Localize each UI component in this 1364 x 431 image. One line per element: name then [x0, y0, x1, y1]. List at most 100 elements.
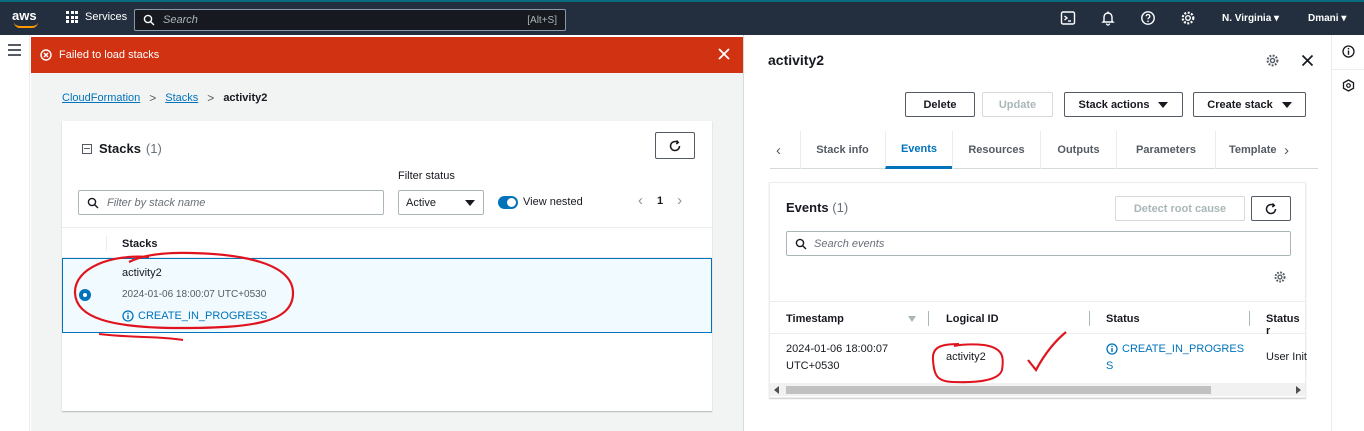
stacks-card: Stacks (1) Filter by stack name Filter s…	[62, 121, 712, 411]
tab-resources[interactable]: Resources	[952, 131, 1040, 169]
horizontal-scrollbar[interactable]	[770, 383, 1305, 396]
refresh-events-button[interactable]	[1251, 196, 1291, 221]
bell-icon[interactable]	[1100, 10, 1116, 26]
view-nested-label: View nested	[523, 196, 583, 208]
search-events-input[interactable]: Search events	[786, 231, 1291, 256]
aws-logo[interactable]: aws	[12, 8, 42, 30]
column-divider	[1089, 311, 1090, 326]
error-message: Failed to load stacks	[59, 49, 160, 61]
global-search-input[interactable]: Search [Alt+S]	[134, 9, 566, 31]
search-shortcut: [Alt+S]	[527, 14, 557, 26]
account-menu[interactable]: Dmani ▾	[1308, 13, 1346, 24]
table-row: 2024-01-06 18:00:07 UTC+0530 activity2 C…	[770, 334, 1307, 384]
stack-name[interactable]: activity2	[122, 267, 162, 279]
chevron-right-icon: >	[149, 91, 157, 105]
previous-page-icon[interactable]: ‹	[638, 192, 643, 209]
event-status-line2: S	[1106, 360, 1114, 372]
left-navigation-rail	[0, 35, 30, 431]
update-button[interactable]: Update	[982, 92, 1053, 117]
stack-status-text: CREATE_IN_PROGRESS	[138, 310, 268, 322]
events-title-text: Events	[786, 200, 829, 215]
help-icon[interactable]	[1140, 10, 1156, 26]
update-label: Update	[998, 98, 1037, 111]
event-status-line1: CREATE_IN_PROGRES	[1122, 343, 1245, 355]
breadcrumb: CloudFormation > Stacks > activity2	[62, 91, 267, 105]
next-page-icon[interactable]: ›	[677, 192, 682, 209]
refresh-icon	[669, 139, 681, 151]
tab-outputs[interactable]: Outputs	[1040, 131, 1116, 169]
events-table-header: Timestamp Logical ID Status Status r	[770, 301, 1305, 337]
delete-button[interactable]: Delete	[905, 92, 975, 117]
search-icon	[87, 197, 99, 208]
error-icon	[40, 49, 52, 61]
services-menu-button[interactable]: Services	[66, 11, 127, 23]
region-selector[interactable]: N. Virginia ▾	[1222, 13, 1279, 24]
info-icon[interactable]	[1342, 45, 1355, 58]
caret-down-icon	[1281, 101, 1292, 108]
aws-smile-icon	[14, 22, 38, 28]
right-utility-rail	[1331, 35, 1364, 431]
breadcrumb-stacks[interactable]: Stacks	[165, 92, 198, 104]
filter-status-value: Active	[406, 196, 436, 209]
events-title: Events (1)	[786, 200, 848, 215]
events-card: Events (1) Detect root cause Search even…	[769, 182, 1307, 398]
hexagon-icon[interactable]	[1342, 79, 1355, 92]
grid-icon	[66, 11, 78, 23]
close-icon[interactable]	[1301, 54, 1314, 67]
tabs-scroll-left-icon[interactable]: ‹	[776, 142, 781, 159]
stacks-table-header: Stacks	[62, 227, 712, 258]
settings-gear-icon[interactable]	[1265, 53, 1280, 68]
tab-template[interactable]: Template	[1215, 131, 1281, 169]
collapse-icon[interactable]	[82, 143, 92, 154]
detect-root-cause-button[interactable]: Detect root cause	[1115, 196, 1245, 221]
filter-stack-name-input[interactable]: Filter by stack name	[78, 190, 384, 215]
stacks-count: (1)	[145, 141, 162, 156]
tab-parameters[interactable]: Parameters	[1116, 131, 1215, 169]
scroll-left-arrow-icon[interactable]	[774, 386, 779, 394]
current-page[interactable]: 1	[657, 195, 663, 207]
tab-stack-info[interactable]: Stack info	[800, 131, 884, 169]
refresh-stacks-button[interactable]	[655, 132, 695, 159]
stack-actions-button[interactable]: Stack actions	[1064, 92, 1183, 117]
aws-logo-text: aws	[12, 8, 37, 23]
view-nested-toggle[interactable]	[498, 196, 518, 209]
create-stack-button[interactable]: Create stack	[1193, 92, 1306, 117]
create-stack-label: Create stack	[1207, 98, 1273, 111]
column-timestamp[interactable]: Timestamp	[786, 313, 844, 325]
event-logical-id: activity2	[946, 351, 986, 363]
caret-down-icon	[1158, 101, 1169, 108]
column-divider	[1249, 311, 1250, 326]
delete-label: Delete	[923, 98, 957, 111]
stack-detail-panel: activity2 Delete Update Stack actions Cr…	[744, 35, 1331, 431]
filter-status-select[interactable]: Active	[398, 190, 484, 215]
sort-caret-icon[interactable]	[908, 316, 916, 322]
column-status[interactable]: Status	[1106, 313, 1140, 325]
tab-events[interactable]: Events	[885, 131, 952, 169]
scroll-right-arrow-icon[interactable]	[1296, 386, 1301, 394]
rail-divider	[1332, 69, 1364, 70]
chevron-right-icon: >	[207, 91, 215, 105]
column-logical-id[interactable]: Logical ID	[946, 313, 999, 325]
breadcrumb-cloudformation[interactable]: CloudFormation	[62, 92, 140, 104]
table-row[interactable]: activity2 2024-01-06 18:00:07 UTC+0530 C…	[62, 258, 712, 333]
info-icon	[122, 310, 134, 322]
hamburger-menu-icon[interactable]	[8, 44, 21, 56]
settings-gear-icon[interactable]	[1180, 10, 1196, 26]
scrollbar-thumb[interactable]	[786, 386, 1211, 394]
tabs-scroll-right-icon[interactable]: ›	[1284, 142, 1289, 159]
filter-status-label: Filter status	[398, 170, 455, 182]
column-divider	[106, 236, 107, 251]
event-timestamp-line1: 2024-01-06 18:00:07	[786, 343, 889, 355]
stack-actions-label: Stack actions	[1078, 98, 1150, 111]
error-banner: Failed to load stacks	[31, 37, 743, 73]
search-events-placeholder: Search events	[814, 237, 885, 250]
settings-gear-icon[interactable]	[1273, 270, 1287, 284]
stacks-column-header[interactable]: Stacks	[122, 238, 157, 250]
event-status-reason: User Init	[1266, 351, 1307, 363]
services-label: Services	[85, 11, 128, 23]
row-radio-button[interactable]	[79, 289, 91, 301]
stack-status: CREATE_IN_PROGRESS	[122, 310, 267, 322]
close-icon[interactable]	[717, 47, 731, 61]
refresh-icon	[1265, 202, 1277, 214]
cloudshell-icon[interactable]	[1060, 10, 1076, 26]
